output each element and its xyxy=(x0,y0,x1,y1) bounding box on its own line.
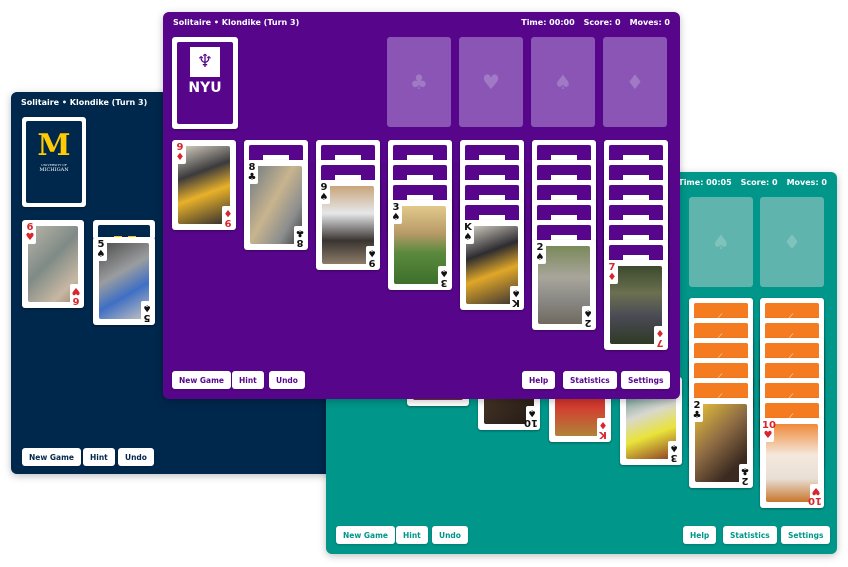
michigan-logo-icon: M xyxy=(37,128,71,163)
hint-button[interactable]: Hint xyxy=(232,371,264,389)
moves-display: Moves: 0 xyxy=(629,18,670,27)
foundation-clubs[interactable]: ♣ xyxy=(387,37,451,127)
settings-button[interactable]: Settings xyxy=(621,371,671,389)
new-game-button[interactable]: New Game xyxy=(22,448,82,466)
card-rank: 10 ♥ xyxy=(808,484,822,506)
card-rank: 3 ♠ xyxy=(668,441,680,463)
card-rank: 5 ♠ xyxy=(95,239,107,261)
card-rank: 2 ♣ xyxy=(691,400,703,422)
card-rank: K ♦ xyxy=(597,418,609,440)
time-display: Time: 00:05 xyxy=(678,178,732,187)
card-rank: 2 ♣ xyxy=(739,464,751,486)
undo-button[interactable]: Undo xyxy=(432,526,468,544)
statistics-button[interactable]: Statistics xyxy=(723,526,777,544)
foundation-spades[interactable]: ♠ xyxy=(689,197,753,287)
tableau-card[interactable]: K ♠ K ♠ xyxy=(460,220,524,310)
club-icon: ♣ xyxy=(410,70,428,94)
nyu-solitaire-window: Solitaire • Klondike (Turn 3) Time: 00:0… xyxy=(163,12,680,399)
card-rank: K ♠ xyxy=(462,222,474,244)
window-title: Solitaire • Klondike (Turn 3) xyxy=(173,18,300,27)
game-stats: Time: 00:05 Score: 0 Moves: 0 xyxy=(678,178,827,187)
score-display: Score: 0 xyxy=(583,18,621,27)
card-rank: 8 ♣ xyxy=(246,162,258,184)
torch-icon: ♆ xyxy=(196,51,214,72)
spade-icon: ♠ xyxy=(554,70,572,94)
tableau-card[interactable]: 9 ♦ 9 ♦ xyxy=(172,140,236,230)
settings-button[interactable]: Settings xyxy=(781,526,831,544)
card-rank: 2 ♠ xyxy=(582,306,594,328)
hint-button[interactable]: Hint xyxy=(396,526,428,544)
logo-caption: MICHIGAN xyxy=(39,167,69,173)
tableau-card[interactable]: 3 ♠ 3 ♠ xyxy=(388,200,452,290)
diamond-icon: ♦ xyxy=(783,230,801,254)
nyu-logo-text: NYU xyxy=(188,80,222,96)
tableau-card[interactable]: 8 ♣ 8 ♣ xyxy=(244,160,308,250)
game-stats: Time: 00:00 Score: 0 Moves: 0 xyxy=(521,18,670,27)
spade-icon: ♠ xyxy=(712,230,730,254)
tableau-card[interactable]: 9 ♠ 9 ♠ xyxy=(316,180,380,270)
diamond-icon: ♦ xyxy=(626,70,644,94)
tableau-card[interactable]: 2 ♠ 2 ♠ xyxy=(532,240,596,330)
heart-icon: ♥ xyxy=(482,70,500,94)
undo-button[interactable]: Undo xyxy=(118,448,154,466)
stock-pile[interactable]: M UNIVERSITY OF MICHIGAN xyxy=(22,117,86,207)
foundation-hearts[interactable]: ♥ xyxy=(459,37,523,127)
card-rank: 7 ♦ xyxy=(606,262,618,284)
card-rank: 3 ♠ xyxy=(390,202,402,224)
card-rank: 9 ♠ xyxy=(366,246,378,268)
card-rank: 9 ♠ xyxy=(318,182,330,204)
tableau-card[interactable]: 6 ♥ 6 ♥ xyxy=(22,220,84,308)
foundation-diamonds[interactable]: ♦ xyxy=(760,197,824,287)
tableau-card[interactable]: 5 ♠ 5 ♠ xyxy=(93,237,155,325)
card-rank: 6 ♥ xyxy=(70,284,82,306)
tableau-card[interactable]: 2 ♣ 2 ♣ xyxy=(689,398,753,488)
hint-button[interactable]: Hint xyxy=(83,448,115,466)
help-button[interactable]: Help xyxy=(522,371,556,389)
card-rank: 5 ♠ xyxy=(141,301,153,323)
time-display: Time: 00:00 xyxy=(521,18,575,27)
card-rank: 3 ♠ xyxy=(438,266,450,288)
foundation-spades[interactable]: ♠ xyxy=(531,37,595,127)
new-game-button[interactable]: New Game xyxy=(336,526,396,544)
score-display: Score: 0 xyxy=(740,178,778,187)
foundation-diamonds[interactable]: ♦ xyxy=(603,37,667,127)
card-rank: 2 ♠ xyxy=(534,242,546,264)
card-rank: 9 ♦ xyxy=(222,206,234,228)
undo-button[interactable]: Undo xyxy=(269,371,305,389)
card-rank: 7 ♦ xyxy=(654,326,666,348)
new-game-button[interactable]: New Game xyxy=(172,371,232,389)
statistics-button[interactable]: Statistics xyxy=(563,371,617,389)
card-rank: 10 ♠ xyxy=(524,406,538,428)
tableau-card[interactable]: 7 ♦ 7 ♦ xyxy=(604,260,668,350)
card-rank: K ♠ xyxy=(510,286,522,308)
help-button[interactable]: Help xyxy=(683,526,717,544)
window-title: Solitaire • Klondike (Turn 3) xyxy=(21,98,148,107)
tableau-card[interactable]: 10 ♥ 10 ♥ xyxy=(760,418,824,508)
card-rank: 9 ♦ xyxy=(174,142,186,164)
card-rank: 10 ♥ xyxy=(762,420,776,442)
moves-display: Moves: 0 xyxy=(786,178,827,187)
card-rank: 6 ♥ xyxy=(24,222,36,244)
stock-pile[interactable]: ♆ NYU xyxy=(172,37,238,129)
card-rank: 8 ♣ xyxy=(294,226,306,248)
